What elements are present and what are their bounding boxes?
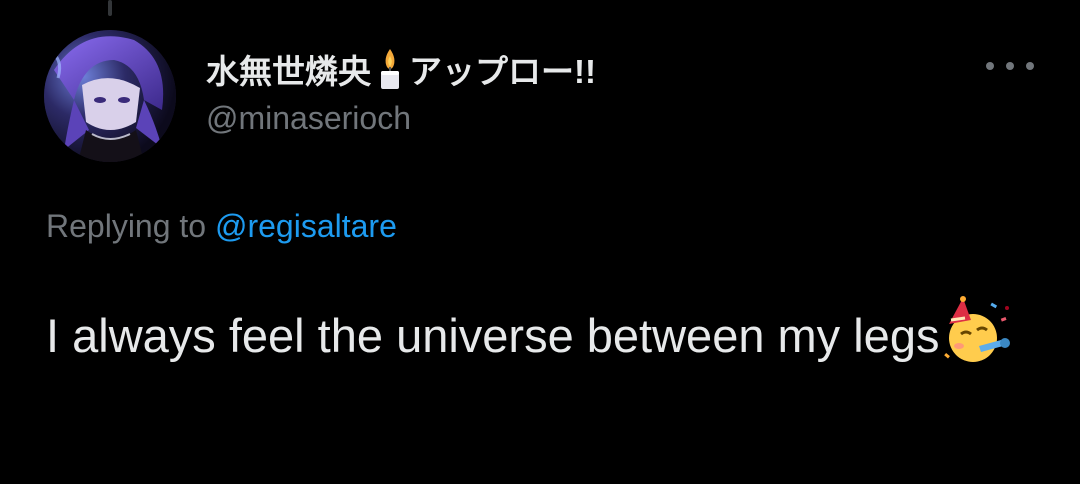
more-options-icon[interactable]: [986, 54, 1034, 78]
candle-icon: [375, 47, 405, 91]
dot-icon: [986, 62, 994, 70]
display-name[interactable]: 水無世燐央 アップロー!!: [206, 44, 596, 94]
avatar-image: [44, 30, 176, 162]
avatar[interactable]: [44, 30, 176, 162]
tweet-body: I always feel the universe between my le…: [46, 309, 940, 362]
display-name-primary: 水無世燐央: [206, 53, 371, 90]
thread-connector-line: [108, 0, 112, 16]
user-handle[interactable]: @minaserioch: [206, 100, 411, 137]
tweet-text: I always feel the universe between my le…: [46, 296, 1036, 369]
replying-prefix: Replying to: [46, 208, 215, 244]
display-name-secondary: アップロー!!: [409, 53, 596, 90]
dot-icon: [1006, 62, 1014, 70]
reply-to-handle-link[interactable]: @regisaltare: [215, 208, 397, 244]
dot-icon: [1026, 62, 1034, 70]
partying-face-icon: [941, 296, 1015, 366]
replying-to: Replying to @regisaltare: [46, 208, 397, 245]
